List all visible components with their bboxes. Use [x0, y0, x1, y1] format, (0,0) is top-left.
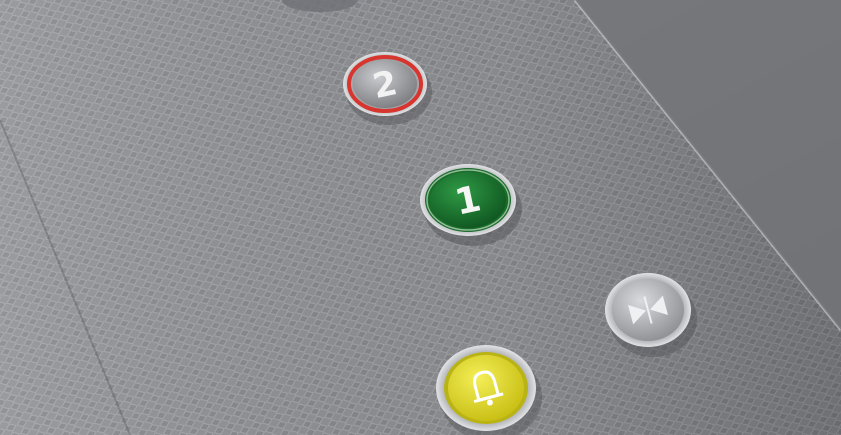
elevator-panel-illustration: 2 1	[0, 0, 841, 435]
elevator-panel-scene: 2 1	[0, 0, 841, 435]
